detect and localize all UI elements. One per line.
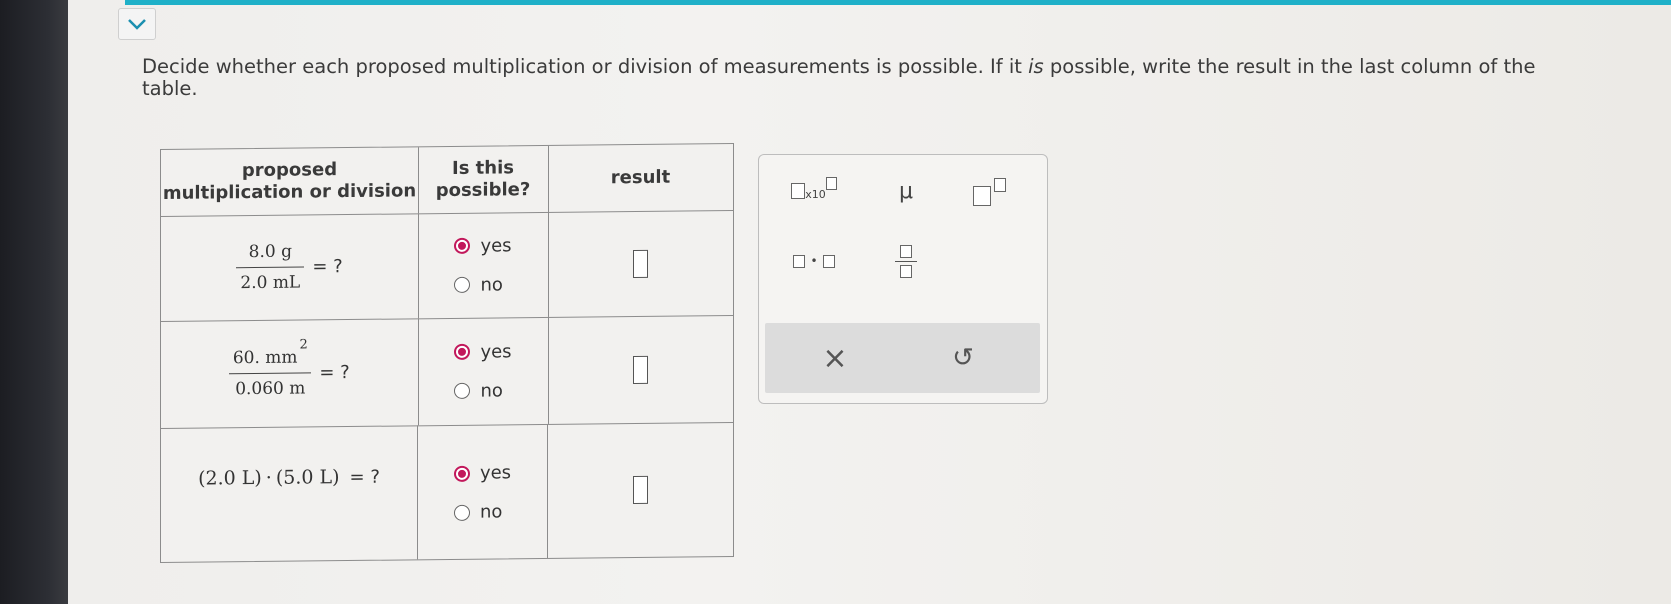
- radio-selected-icon[interactable]: [454, 343, 471, 360]
- radio-label: no: [480, 379, 503, 402]
- sci-label: x10: [805, 187, 826, 201]
- multiply-dot: ·: [265, 466, 272, 489]
- radio-yes[interactable]: yes: [454, 340, 512, 363]
- monitor-bezel: [0, 0, 68, 604]
- multiply-dot-button[interactable]: •: [781, 241, 847, 281]
- undo-button[interactable]: ↺: [933, 333, 993, 383]
- header-result: result: [610, 166, 671, 189]
- radio-label: no: [479, 501, 503, 523]
- header-possible-line2: possible?: [435, 179, 531, 202]
- multiplication-expression: (2.0 L) · (5.0 L) = ?: [198, 466, 380, 490]
- factor-b: (5.0 L): [275, 466, 340, 489]
- radio-label: yes: [480, 234, 512, 257]
- fraction-bar: [236, 266, 305, 269]
- fraction-button[interactable]: [881, 233, 931, 289]
- equals-question: = ?: [349, 466, 380, 488]
- table-row: 60. mm2 0.060 m = ? yes no: [161, 315, 733, 429]
- numerator: 8.0 g: [248, 241, 292, 263]
- chevron-down-icon: [128, 19, 146, 30]
- exponent: 2: [299, 337, 308, 353]
- radio-label: yes: [479, 462, 512, 484]
- header-possible: Is this possible?: [436, 157, 531, 202]
- numerator-group: 60. mm2: [232, 337, 308, 369]
- radio-yes[interactable]: yes: [454, 234, 512, 257]
- header-possible-line1: Is this: [452, 157, 514, 179]
- box-icon: [825, 176, 837, 190]
- question-prompt: Decide whether each proposed multiplicat…: [142, 56, 1562, 100]
- table-header-row: proposed multiplication or division Is t…: [161, 144, 733, 217]
- prompt-text-1: Decide whether each proposed multiplicat…: [142, 55, 1029, 78]
- header-proposed-line2: multiplication or division: [162, 180, 417, 204]
- radio-selected-icon[interactable]: [453, 465, 470, 482]
- denominator: 0.060 m: [235, 378, 306, 400]
- radio-label: no: [480, 273, 503, 296]
- radio-no[interactable]: no: [454, 380, 511, 402]
- measurement-table: proposed multiplication or division Is t…: [160, 142, 734, 564]
- division-expression: 60. mm2 0.060 m: [229, 337, 312, 400]
- radio-yes[interactable]: yes: [453, 462, 512, 484]
- box-icon: [791, 183, 806, 199]
- result-input[interactable]: [633, 249, 648, 278]
- mu-button[interactable]: μ: [881, 169, 931, 213]
- header-proposed-line1: proposed: [241, 159, 338, 182]
- radio-unselected-icon[interactable]: [454, 276, 471, 293]
- scientific-notation-button[interactable]: x10: [779, 169, 849, 213]
- box-icon: [900, 264, 912, 278]
- header-proposed: proposed multiplication or division: [163, 158, 416, 205]
- division-expression: 8.0 g 2.0 mL: [236, 241, 305, 294]
- superscript-button[interactable]: [959, 169, 1019, 213]
- accent-top-bar: [125, 0, 1671, 5]
- radio-label: yes: [480, 340, 512, 363]
- equals-question: = ?: [319, 362, 350, 384]
- clear-button[interactable]: ×: [805, 333, 865, 383]
- result-input[interactable]: [633, 475, 648, 505]
- radio-unselected-icon[interactable]: [453, 504, 470, 521]
- dot-icon: •: [810, 254, 818, 268]
- fraction-bar-icon: [895, 260, 917, 262]
- action-bar: × ↺: [765, 323, 1040, 393]
- box-icon: [993, 178, 1006, 192]
- factor-a: (2.0 L): [198, 466, 262, 490]
- table-row: 8.0 g 2.0 mL = ? yes no: [161, 210, 733, 322]
- fraction-bar: [229, 372, 312, 375]
- denominator: 2.0 mL: [240, 272, 301, 294]
- table-row: (2.0 L) · (5.0 L) = ? yes no: [161, 422, 733, 562]
- radio-no[interactable]: no: [453, 501, 511, 523]
- box-icon: [900, 244, 912, 258]
- prompt-italic: is: [1028, 55, 1044, 78]
- result-input[interactable]: [633, 355, 648, 384]
- numerator: 60. mm: [232, 347, 298, 369]
- equals-question: = ?: [312, 256, 343, 278]
- radio-selected-icon[interactable]: [454, 237, 471, 254]
- box-icon: [822, 254, 835, 268]
- box-icon: [793, 254, 806, 268]
- math-palette: x10 μ • × ↺: [758, 154, 1048, 404]
- collapse-toggle-button[interactable]: [118, 8, 156, 40]
- radio-unselected-icon[interactable]: [454, 382, 471, 399]
- box-icon: [972, 186, 991, 206]
- radio-no[interactable]: no: [454, 274, 511, 296]
